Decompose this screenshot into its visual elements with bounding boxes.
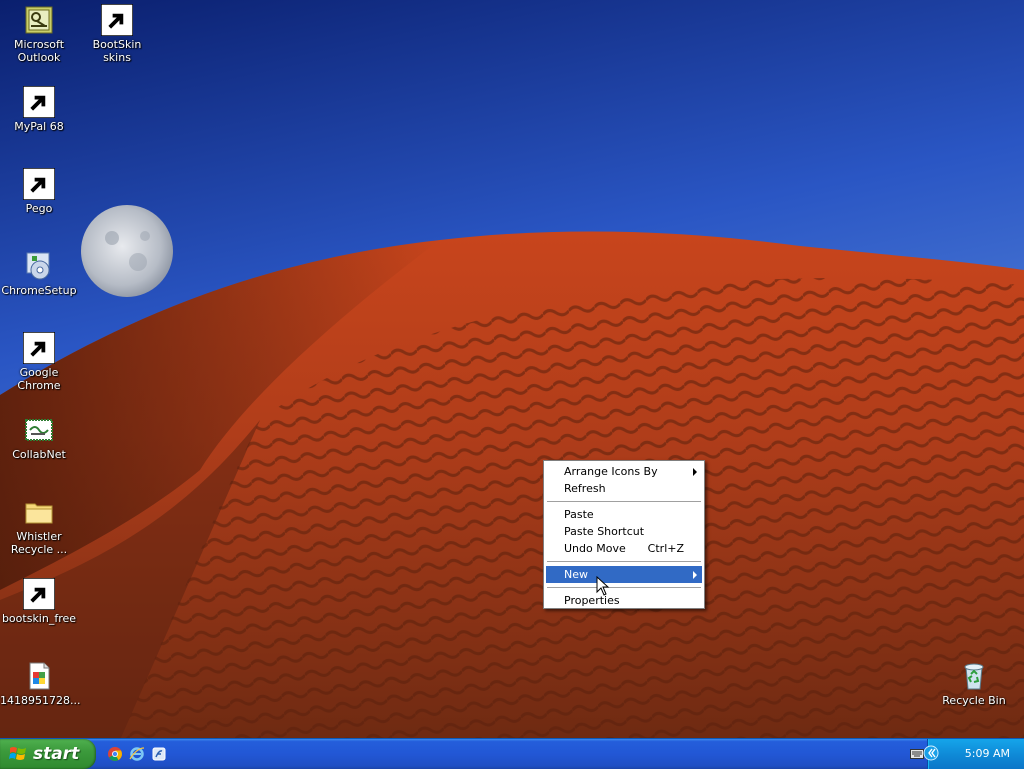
desktop-icon-collabnet[interactable]: CollabNet	[0, 414, 78, 461]
show-hidden-icons-chevron-icon[interactable]	[923, 745, 939, 761]
desktop-icon-label: MyPal 68	[14, 120, 64, 133]
desktop-icon-label: BootSkin skins	[92, 38, 142, 64]
menu-item-label: Arrange Icons By	[564, 465, 658, 478]
menu-item-label: Properties	[564, 594, 620, 607]
desktop-icon-outlook[interactable]: Microsoft Outlook	[0, 4, 78, 64]
menu-separator	[547, 561, 701, 562]
recycle-bin-icon	[958, 660, 990, 692]
desktop-icon-label: Pego	[25, 202, 53, 215]
system-tray: 5:09 AM	[910, 739, 1024, 769]
desktop-icon-chromesetup[interactable]: ChromeSetup	[0, 250, 78, 297]
mouse-pointer-icon	[596, 576, 610, 596]
desktop-context-menu: Arrange Icons By Refresh Paste Paste Sho…	[543, 460, 705, 609]
shortcut-arrow-icon	[23, 578, 55, 610]
quick-launch-chrome-icon[interactable]	[107, 746, 123, 762]
mypal-icon	[23, 86, 55, 118]
menu-item-new[interactable]: New	[546, 566, 702, 583]
desktop-icon-google-chrome[interactable]: Google Chrome	[0, 332, 78, 392]
menu-item-label: Undo Move	[564, 542, 626, 555]
outlook-icon	[23, 4, 55, 36]
collabnet-icon	[23, 414, 55, 446]
menu-item-undo-move[interactable]: Undo Move Ctrl+Z	[546, 540, 702, 557]
menu-item-label: New	[564, 568, 588, 581]
folder-icon	[101, 4, 133, 36]
menu-item-label: Refresh	[564, 482, 606, 495]
desktop-icon-recycle-bin[interactable]: Recycle Bin	[935, 660, 1013, 707]
windows-flag-icon	[9, 747, 26, 760]
menu-item-shortcut: Ctrl+Z	[647, 542, 684, 555]
desktop-icon-label: Google Chrome	[17, 366, 61, 392]
clock[interactable]: 5:09 AM	[965, 739, 1010, 769]
menu-item-paste[interactable]: Paste	[546, 506, 702, 523]
desktop[interactable]: Microsoft Outlook BootSkin skins MyPal 6…	[0, 0, 1024, 740]
submenu-arrow-icon	[693, 571, 697, 579]
desktop-icon-pego[interactable]: Pego	[0, 168, 78, 215]
desktop-icon-image-file[interactable]: 1418951728...	[0, 660, 81, 707]
shortcut-arrow-icon	[23, 332, 55, 364]
menu-item-paste-shortcut[interactable]: Paste Shortcut	[546, 523, 702, 540]
pego-icon	[23, 168, 55, 200]
quick-launch-desktop-switch-icon[interactable]	[151, 746, 167, 762]
desktop-icon-label: ChromeSetup	[1, 284, 77, 297]
desktop-icon-label: bootskin_free	[1, 612, 77, 625]
menu-item-label: Paste Shortcut	[564, 525, 645, 538]
desktop-icon-bootskin-free[interactable]: bootskin_free	[0, 578, 78, 625]
start-label: start	[33, 744, 80, 764]
folder-icon	[23, 496, 55, 528]
shortcut-arrow-icon	[23, 168, 55, 200]
desktop-icon-bootskin-skins[interactable]: BootSkin skins	[78, 4, 156, 64]
chrome-setup-icon	[23, 250, 55, 282]
desktop-icon-label: Microsoft Outlook	[13, 38, 65, 64]
submenu-arrow-icon	[693, 468, 697, 476]
desktop-icon-mypal[interactable]: MyPal 68	[0, 86, 78, 133]
desert-wallpaper	[0, 0, 1024, 740]
menu-item-properties[interactable]: Properties	[546, 592, 702, 609]
menu-item-refresh[interactable]: Refresh	[546, 480, 702, 497]
shortcut-arrow-icon	[101, 4, 133, 36]
shortcut-arrow-icon	[23, 86, 55, 118]
quick-launch-internet-explorer-icon[interactable]	[129, 746, 145, 762]
taskbar: start 5:09 AM	[0, 738, 1024, 769]
menu-item-label: Paste	[564, 508, 594, 521]
bootskin-icon	[23, 578, 55, 610]
start-button[interactable]: start	[0, 739, 96, 769]
desktop-icon-label: Whistler Recycle ...	[10, 530, 68, 556]
menu-item-arrange-icons-by[interactable]: Arrange Icons By	[546, 463, 702, 480]
desktop-icon-whistler-recycle[interactable]: Whistler Recycle ...	[0, 496, 78, 556]
desktop-icon-label: 1418951728...	[0, 694, 81, 707]
menu-separator	[547, 501, 701, 502]
desktop-icon-label: Recycle Bin	[942, 694, 1006, 707]
menu-separator	[547, 587, 701, 588]
keyboard-icon[interactable]	[910, 749, 924, 759]
desktop-icon-label: CollabNet	[12, 448, 66, 461]
image-file-icon	[23, 660, 55, 692]
chrome-icon	[23, 332, 55, 364]
